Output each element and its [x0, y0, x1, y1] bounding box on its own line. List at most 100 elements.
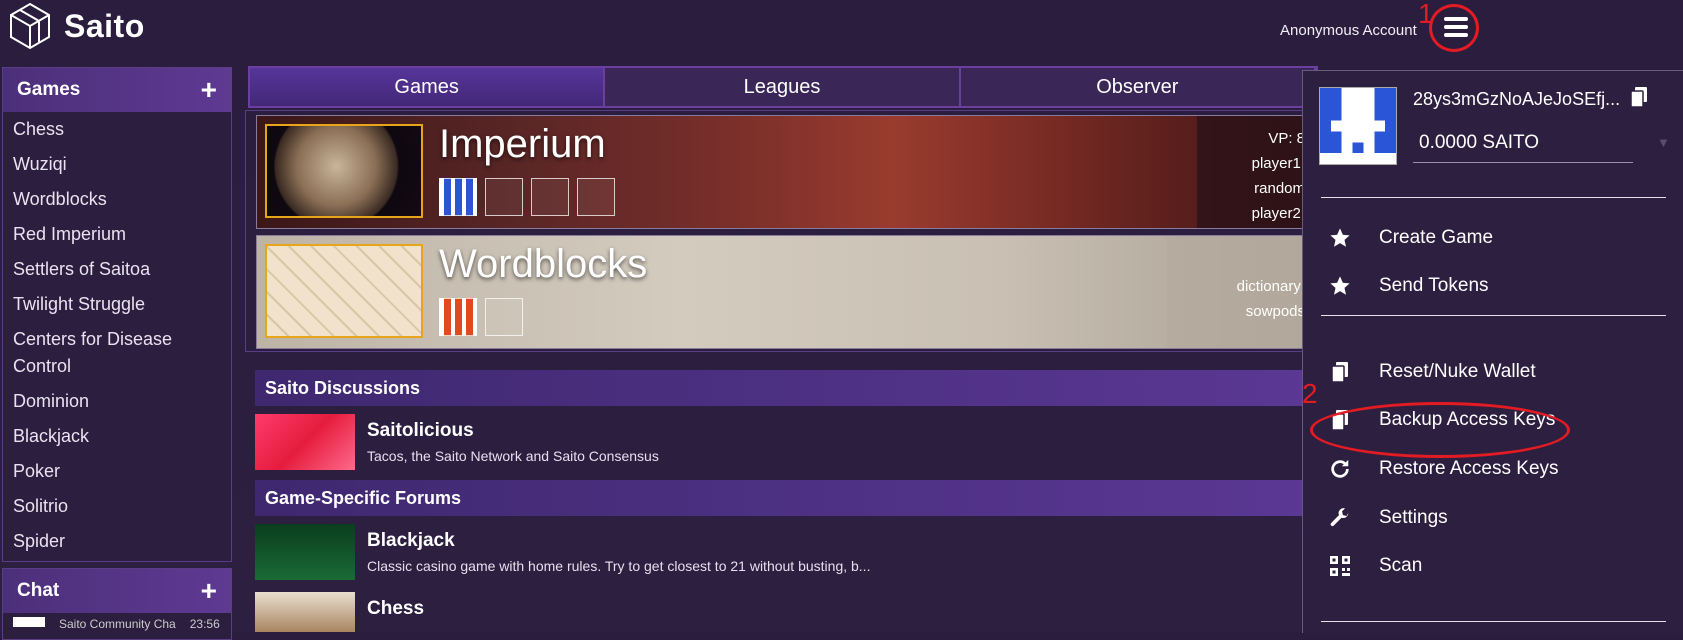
- games-panel: Games + Chess Wuziqi Wordblocks Red Impe…: [2, 67, 232, 562]
- menu-item-reset-wallet[interactable]: Reset/Nuke Wallet: [1329, 361, 1536, 383]
- balance-select[interactable]: 0.0000 SAITO: [1413, 123, 1633, 163]
- menu-divider: [1321, 197, 1666, 198]
- chat-list-item[interactable]: Saito Community Cha 23:56: [13, 617, 220, 631]
- player-slot-empty: [577, 178, 615, 216]
- sidebar-item-chess[interactable]: Chess: [3, 116, 231, 143]
- chat-item-name: Saito Community Cha: [59, 617, 176, 631]
- account-label[interactable]: Anonymous Account: [1280, 22, 1417, 39]
- tab-games[interactable]: Games: [250, 68, 606, 106]
- game-title: Wordblocks: [439, 242, 648, 286]
- menu-item-create-game[interactable]: Create Game: [1329, 227, 1493, 249]
- forum-item-saitolicious[interactable]: Saitolicious Tacos, the Saito Network an…: [255, 414, 1317, 472]
- menu-item-label: Scan: [1379, 555, 1423, 576]
- sidebar-item-blackjack[interactable]: Blackjack: [3, 423, 231, 450]
- game-invites-area: Imperium VP: 8 player1: random player2: …: [245, 110, 1322, 352]
- menu-item-scan[interactable]: Scan: [1329, 555, 1422, 577]
- forum-thumbnail: [255, 592, 355, 632]
- public-key: 28ys3mGzNoAJeJoSEfj...: [1413, 89, 1621, 109]
- menu-item-label: Create Game: [1379, 227, 1494, 248]
- wordblocks-thumbnail: [265, 244, 423, 338]
- hamburger-menu-button[interactable]: [1436, 10, 1476, 44]
- refresh-icon: [1329, 458, 1351, 480]
- add-game-button[interactable]: +: [201, 76, 217, 104]
- qr-code-icon: [1329, 555, 1351, 577]
- main-tabs: Games Leagues Observer: [248, 66, 1318, 108]
- menu-divider: [1321, 315, 1666, 316]
- copy-key-button[interactable]: [1630, 87, 1647, 112]
- menu-item-label: Backup Access Keys: [1379, 409, 1556, 430]
- sidebar-item-settlers[interactable]: Settlers of Saitoa: [3, 256, 231, 283]
- section-saito-discussions: Saito Discussions: [255, 370, 1317, 406]
- star-icon: [1329, 275, 1351, 297]
- game-card-wordblocks[interactable]: Wordblocks dictionary: sowpods: [256, 235, 1320, 349]
- games-panel-title: Games: [17, 79, 81, 100]
- games-panel-header: Games +: [3, 68, 231, 112]
- tab-observer[interactable]: Observer: [961, 68, 1316, 106]
- forum-description: Classic casino game with home rules. Try…: [367, 558, 871, 574]
- game-title: Imperium: [439, 122, 606, 166]
- player-slot-filled: [439, 178, 477, 216]
- menu-item-backup-access-keys[interactable]: Backup Access Keys: [1329, 409, 1555, 431]
- avatar: [1319, 87, 1397, 165]
- section-game-specific-forums: Game-Specific Forums: [255, 480, 1317, 516]
- menu-divider: [1321, 621, 1666, 622]
- option-vp: VP: 8: [1268, 130, 1305, 147]
- cube-logo-icon: [10, 2, 50, 50]
- chat-panel: Chat + Saito Community Cha 23:56: [2, 568, 232, 640]
- forum-item-blackjack[interactable]: Blackjack Classic casino game with home …: [255, 524, 1317, 582]
- chat-panel-header: Chat +: [3, 569, 231, 613]
- game-options: VP: 8 player1: random player2: random: [1197, 116, 1319, 228]
- chat-panel-title: Chat: [17, 580, 60, 601]
- hamburger-icon: [1444, 17, 1468, 37]
- wrench-icon: [1329, 507, 1351, 529]
- sidebar-item-dominion[interactable]: Dominion: [3, 388, 231, 415]
- player-slots: [439, 298, 523, 336]
- player-slot-filled: [439, 298, 477, 336]
- copy-icon: [1630, 87, 1647, 108]
- menu-item-label: Restore Access Keys: [1379, 458, 1559, 479]
- add-chat-button[interactable]: +: [201, 577, 217, 605]
- game-options: dictionary: sowpods: [1167, 236, 1319, 348]
- option-dictionary: dictionary: sowpods: [1236, 278, 1305, 320]
- player-slot-empty: [531, 178, 569, 216]
- forum-thumbnail: [255, 524, 355, 580]
- tab-leagues[interactable]: Leagues: [605, 68, 961, 106]
- menu-item-settings[interactable]: Settings: [1329, 507, 1448, 529]
- menu-item-label: Settings: [1379, 507, 1448, 528]
- forum-thumbnail: [255, 414, 355, 470]
- sidebar-item-spider[interactable]: Spider: [3, 528, 231, 555]
- annotation-number-1: 1: [1418, 0, 1434, 29]
- sidebar-item-poker[interactable]: Poker: [3, 458, 231, 485]
- sidebar-item-twilight-struggle[interactable]: Twilight Struggle: [3, 291, 231, 318]
- chevron-down-icon[interactable]: ▼: [1657, 135, 1670, 150]
- menu-item-restore-access-keys[interactable]: Restore Access Keys: [1329, 458, 1559, 480]
- forum-description: Tacos, the Saito Network and Saito Conse…: [367, 448, 659, 464]
- option-player2: player2: random: [1251, 205, 1305, 222]
- sidebar-item-wuziqi[interactable]: Wuziqi: [3, 151, 231, 178]
- forum-title: Blackjack: [367, 530, 455, 551]
- copy-icon: [1329, 361, 1351, 383]
- saito-logo[interactable]: Saito: [8, 2, 145, 50]
- player-slot-empty: [485, 298, 523, 336]
- game-card-imperium[interactable]: Imperium VP: 8 player1: random player2: …: [256, 115, 1320, 229]
- chat-item-time: 23:56: [189, 617, 220, 631]
- sidebar-item-wordblocks[interactable]: Wordblocks: [3, 186, 231, 213]
- sidebar-item-solitrio[interactable]: Solitrio: [3, 493, 231, 520]
- menu-item-label: Reset/Nuke Wallet: [1379, 361, 1536, 382]
- imperium-thumbnail: [265, 124, 423, 218]
- forum-title: Chess: [367, 598, 425, 619]
- annotation-number-2: 2: [1302, 378, 1318, 409]
- menu-item-send-tokens[interactable]: Send Tokens: [1329, 275, 1489, 297]
- menu-item-label: Send Tokens: [1379, 275, 1489, 296]
- player-slots: [439, 178, 615, 216]
- header: Saito Anonymous Account 1: [0, 0, 1683, 56]
- games-list: Chess Wuziqi Wordblocks Red Imperium Set…: [3, 112, 231, 555]
- forum-item-chess[interactable]: Chess: [255, 592, 1317, 632]
- sidebar-item-centers-for-disease-control[interactable]: Centers for Disease Control: [3, 326, 183, 380]
- app-name: Saito: [64, 7, 145, 44]
- copy-icon: [1329, 409, 1351, 431]
- option-player1: player1: random: [1251, 155, 1305, 197]
- sidebar-item-red-imperium[interactable]: Red Imperium: [3, 221, 231, 248]
- chat-avatar: [13, 617, 45, 627]
- forum-title: Saitolicious: [367, 420, 474, 441]
